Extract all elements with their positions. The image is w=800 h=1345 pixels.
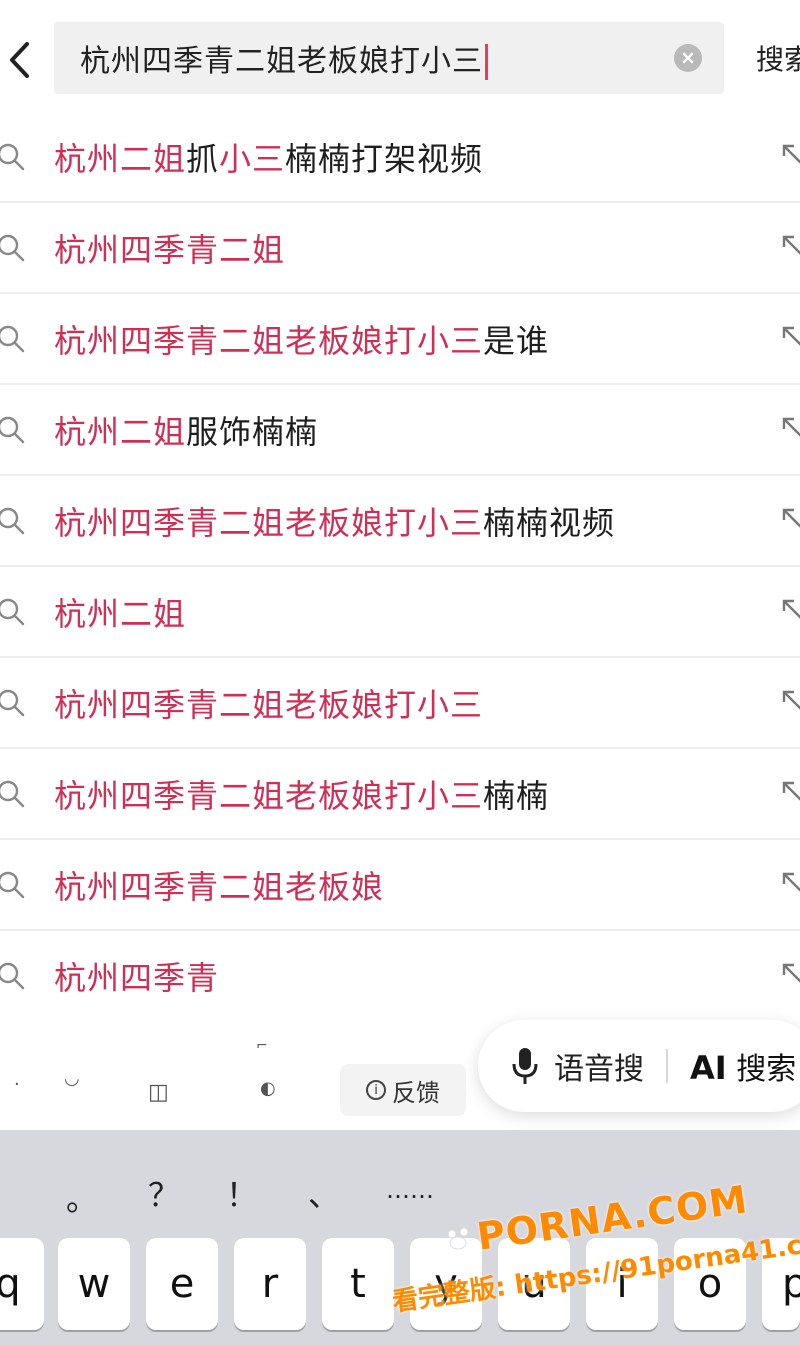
suggestion-list: 杭州二姐抓小三楠楠打架视频 杭州四季青二姐 杭州四季青二姐老板娘打小三是谁 杭州…: [0, 112, 800, 1022]
fill-query-arrow-icon[interactable]: [780, 597, 800, 621]
voice-search-pill: 语音搜 AI 搜索: [478, 1020, 800, 1112]
suggestion-text: 杭州二姐服饰楠楠: [54, 412, 319, 451]
doodle-icon: ◐: [260, 1078, 276, 1099]
search-icon: [0, 598, 25, 626]
feedback-button[interactable]: i 反馈: [340, 1064, 466, 1116]
fill-query-arrow-icon[interactable]: [780, 506, 800, 530]
chevron-left-icon: [10, 42, 29, 78]
key-t[interactable]: t: [322, 1238, 394, 1330]
fill-query-arrow-icon[interactable]: [780, 324, 800, 348]
search-icon: [0, 143, 25, 171]
doodle-icon: ·: [14, 1074, 20, 1095]
suggestion-item[interactable]: 杭州四季青二姐老板娘打小三是谁: [0, 294, 800, 385]
search-icon: [0, 780, 25, 808]
search-icon: [0, 962, 25, 990]
suggestion-item[interactable]: 杭州二姐服饰楠楠: [0, 385, 800, 476]
feedback-label: 反馈: [392, 1078, 440, 1107]
search-icon: [0, 416, 25, 444]
suggestion-item[interactable]: 杭州四季青二姐老板娘打小三: [0, 658, 800, 749]
suggestion-text: 杭州四季青二姐老板娘打小三是谁: [54, 321, 550, 360]
suggestion-text: 杭州四季青: [54, 958, 220, 997]
search-input[interactable]: 杭州四季青二姐老板娘打小三: [54, 22, 724, 94]
suggestion-text: 杭州四季青二姐: [54, 230, 286, 269]
watermark-logo-icon: [447, 1227, 469, 1250]
voice-search-button[interactable]: 语音搜: [554, 1044, 644, 1088]
microphone-icon[interactable]: [510, 1046, 540, 1086]
punct-key[interactable]: 。: [66, 1174, 98, 1220]
ai-search-button[interactable]: AI 搜索: [690, 1044, 796, 1088]
suggestion-item[interactable]: 杭州四季青二姐老板娘: [0, 840, 800, 931]
keyboard-toolbar: · ◡ ◫ ⌐ ◐ i 反馈 语音搜 AI 搜索: [0, 1002, 800, 1130]
suggestion-text: 杭州四季青二姐老板娘: [54, 867, 385, 906]
info-icon: i: [366, 1080, 386, 1100]
fill-query-arrow-icon[interactable]: [780, 779, 800, 803]
suggestion-text: 杭州四季青二姐老板娘打小三楠楠: [54, 776, 550, 815]
suggestion-text: 杭州二姐: [54, 594, 187, 633]
search-icon: [0, 689, 25, 717]
search-query-text: 杭州四季青二姐老板娘打小三: [80, 36, 488, 81]
search-button[interactable]: 搜索: [756, 38, 800, 78]
key-q[interactable]: q: [0, 1238, 44, 1330]
key-e[interactable]: e: [146, 1238, 218, 1330]
fill-query-arrow-icon[interactable]: [780, 233, 800, 257]
punct-key[interactable]: 、: [308, 1170, 340, 1216]
fill-query-arrow-icon[interactable]: [780, 870, 800, 894]
suggestion-item[interactable]: 杭州二姐: [0, 567, 800, 658]
suggestion-item[interactable]: 杭州四季青二姐老板娘打小三楠楠: [0, 749, 800, 840]
suggestion-text: 杭州四季青二姐老板娘打小三: [54, 685, 484, 724]
key-r[interactable]: r: [234, 1238, 306, 1330]
doodle-icon: ◡: [64, 1068, 80, 1089]
search-icon: [0, 325, 25, 353]
suggestion-text: 杭州二姐抓小三楠楠打架视频: [54, 139, 484, 178]
clear-icon[interactable]: [674, 44, 702, 72]
punct-key[interactable]: ？: [148, 1170, 180, 1216]
fill-query-arrow-icon[interactable]: [780, 688, 800, 712]
key-w[interactable]: w: [58, 1238, 130, 1330]
search-icon: [0, 871, 25, 899]
suggestion-item[interactable]: 杭州四季青二姐老板娘打小三楠楠视频: [0, 476, 800, 567]
fill-query-arrow-icon[interactable]: [780, 142, 800, 166]
search-icon: [0, 234, 25, 262]
doodle-icon: ◫: [148, 1080, 169, 1105]
suggestion-text: 杭州四季青二姐老板娘打小三楠楠视频: [54, 503, 616, 542]
punct-key[interactable]: ……: [386, 1176, 434, 1204]
fill-query-arrow-icon[interactable]: [780, 415, 800, 439]
suggestion-item[interactable]: 杭州四季青二姐: [0, 203, 800, 294]
fill-query-arrow-icon[interactable]: [780, 961, 800, 985]
punct-key[interactable]: ！: [226, 1170, 258, 1216]
back-button[interactable]: [0, 32, 40, 88]
divider: [666, 1049, 668, 1083]
search-icon: [0, 507, 25, 535]
search-header: 杭州四季青二姐老板娘打小三 搜索: [0, 0, 800, 112]
suggestion-item[interactable]: 杭州二姐抓小三楠楠打架视频: [0, 112, 800, 203]
doodle-icon: ⌐: [256, 1038, 268, 1054]
text-caret: [485, 44, 488, 81]
